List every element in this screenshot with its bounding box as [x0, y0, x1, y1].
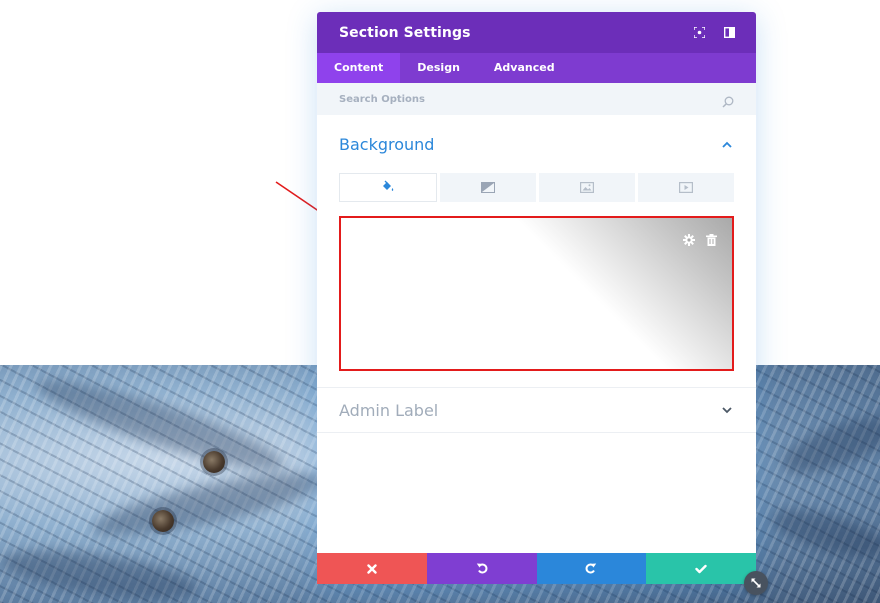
- check-icon: [695, 559, 707, 578]
- section-title-background: Background: [339, 134, 435, 154]
- section-title-admin-label: Admin Label: [339, 400, 439, 420]
- modal-header: Section Settings: [317, 12, 756, 53]
- modal-title: Section Settings: [339, 24, 471, 41]
- background-section: Background: [317, 115, 756, 371]
- background-type-tabs: [339, 173, 734, 202]
- background-video-tab[interactable]: [638, 173, 734, 202]
- video-icon: [679, 178, 694, 197]
- resize-handle[interactable]: [744, 571, 768, 595]
- modal-tabs: Content Design Advanced: [317, 53, 756, 83]
- tab-content[interactable]: Content: [317, 53, 401, 83]
- section-settings-modal: Section Settings Content Design Advanced…: [317, 12, 756, 584]
- redo-icon: [585, 559, 597, 578]
- redo-button[interactable]: [536, 553, 647, 584]
- cancel-button[interactable]: [317, 553, 427, 584]
- save-button[interactable]: [646, 553, 756, 584]
- rivet: [152, 510, 174, 532]
- background-gradient-tab[interactable]: [440, 173, 536, 202]
- undo-icon: [476, 559, 488, 578]
- image-icon: [580, 178, 595, 197]
- admin-label-section[interactable]: Admin Label: [317, 387, 756, 433]
- paint-bucket-icon: [381, 178, 395, 197]
- background-color-tab[interactable]: [339, 173, 437, 202]
- fullscreen-icon[interactable]: [692, 25, 706, 39]
- page-canvas: Section Settings Content Design Advanced…: [0, 0, 880, 603]
- background-preview[interactable]: [339, 216, 734, 371]
- gear-icon[interactable]: [682, 233, 695, 246]
- background-section-header[interactable]: Background: [339, 115, 734, 173]
- background-image-tab[interactable]: [539, 173, 635, 202]
- trash-icon[interactable]: [705, 233, 718, 246]
- search-bar: [317, 83, 756, 115]
- chevron-down-icon[interactable]: [720, 403, 734, 417]
- tab-design[interactable]: Design: [400, 53, 477, 83]
- rivet: [203, 451, 225, 473]
- modal-footer: [317, 553, 756, 584]
- gradient-icon: [481, 178, 495, 197]
- resize-icon: [750, 574, 762, 593]
- sidebar-toggle-icon[interactable]: [722, 25, 736, 39]
- tab-advanced[interactable]: Advanced: [477, 53, 572, 83]
- chevron-up-icon[interactable]: [720, 137, 734, 151]
- undo-button[interactable]: [426, 553, 537, 584]
- search-icon[interactable]: [722, 93, 734, 112]
- search-input[interactable]: [339, 93, 699, 105]
- close-icon: [367, 559, 377, 578]
